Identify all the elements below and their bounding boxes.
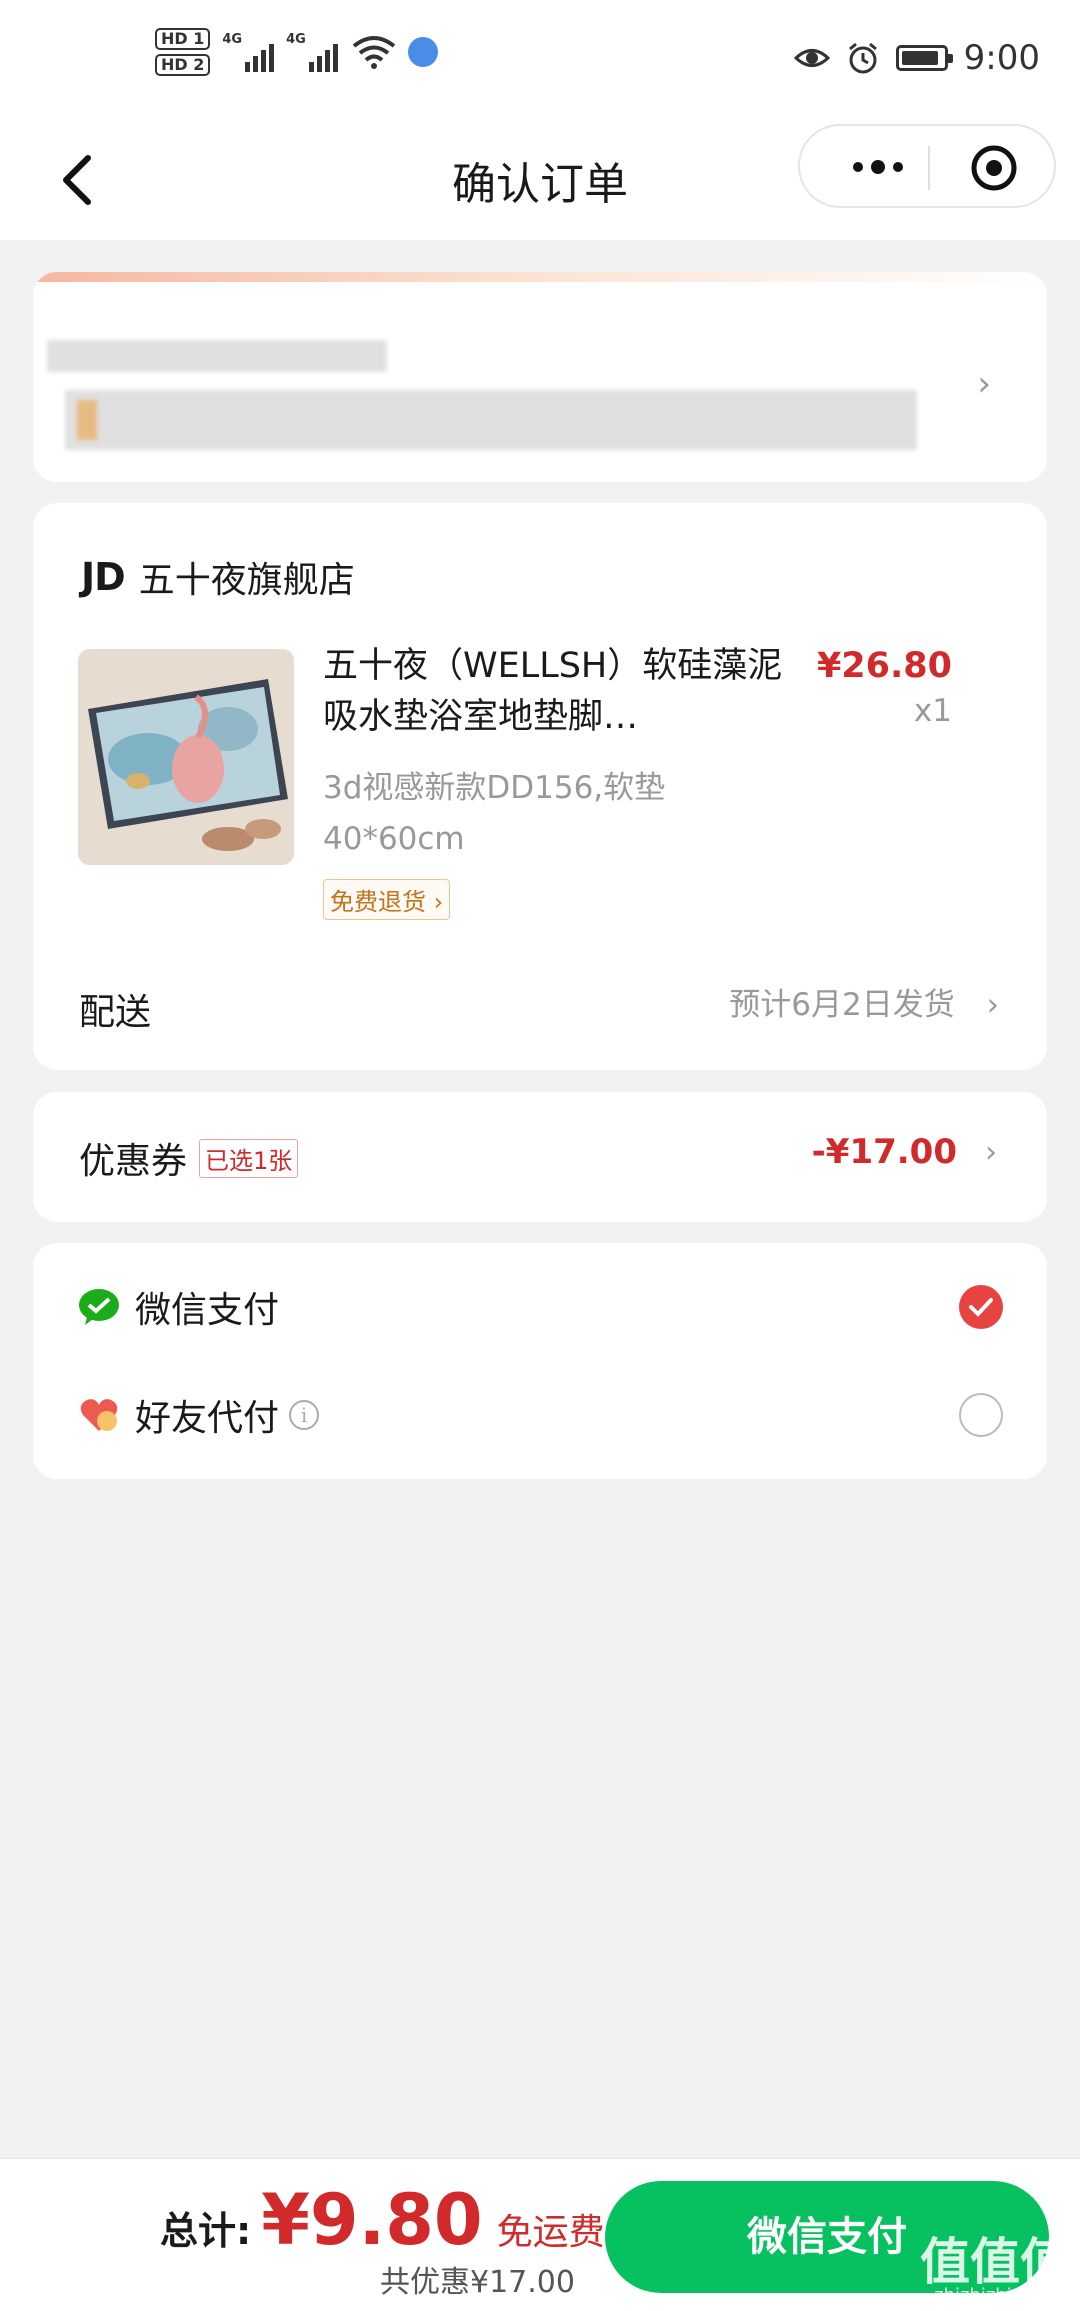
- watermark-text: 值值值: [920, 2233, 1070, 2291]
- payment-option-wechat[interactable]: 微信支付: [77, 1267, 1003, 1347]
- coupon-label-row: 优惠券 已选1张: [79, 1132, 299, 1184]
- coupon-label: 优惠券: [79, 1141, 188, 1182]
- radio-checked[interactable]: [959, 1285, 1003, 1329]
- address-gradient-strip: [33, 272, 1047, 282]
- total-label: 总计:: [160, 2209, 252, 2253]
- status-right: 9:00: [793, 38, 1040, 78]
- wifi-icon: [352, 36, 396, 69]
- coupon-value-row: -¥17.00 ›: [812, 1132, 997, 1172]
- shop-card: JD 五十夜旗舰店 五十夜（WELLSH）软硅藻泥吸水垫浴室地垫脚… ¥26.8…: [33, 503, 1047, 1070]
- chevron-right-icon: ›: [986, 987, 999, 1023]
- payment-card: 微信支付 好友代付 i: [33, 1243, 1047, 1479]
- shop-name: 五十夜旗舰店: [138, 560, 355, 601]
- capsule-divider: [928, 146, 930, 190]
- more-dots-icon[interactable]: [838, 152, 918, 182]
- product-price: ¥26.80: [816, 646, 952, 686]
- shipping-label: 配送: [79, 992, 152, 1033]
- nav-bar: 确认订单: [0, 120, 1080, 240]
- chevron-right-icon: ›: [985, 1134, 997, 1170]
- total-amount: ¥9.80: [261, 2179, 483, 2261]
- coupon-value: -¥17.00: [811, 1132, 957, 1172]
- product-quantity: x1: [913, 693, 952, 729]
- watermark: 值值值 zhizhizhi.com: [920, 2237, 1070, 2305]
- total-savings: 共优惠¥17.00: [380, 2265, 575, 2300]
- radio-unchecked[interactable]: [959, 1393, 1003, 1437]
- status-left: HD 1 HD 2 4G 4G: [155, 28, 438, 76]
- network-label-2: 4G: [286, 32, 306, 47]
- alarm-icon: [848, 42, 877, 74]
- sim1-label: HD 1: [155, 28, 211, 50]
- signal-icon: 4G: [286, 32, 338, 72]
- shipping-value: 预计6月2日发货: [729, 987, 955, 1023]
- shop-header: JD 五十夜旗舰店: [81, 551, 355, 603]
- network-label-1: 4G: [222, 32, 243, 47]
- product-title[interactable]: 五十夜（WELLSH）软硅藻泥吸水垫浴室地垫脚…: [323, 641, 783, 743]
- watermark-sub: zhizhizhi.com: [934, 2285, 1056, 2306]
- miniprogram-capsule: [798, 124, 1056, 208]
- address-card[interactable]: ›: [33, 272, 1047, 482]
- product-spec: 3d视感新款DD156,软垫40*60cm: [323, 770, 666, 857]
- redacted-name: [47, 340, 387, 372]
- sim2-label: HD 2: [155, 54, 211, 76]
- battery-icon: [895, 45, 953, 71]
- payment-option-label: 微信支付: [135, 1290, 280, 1331]
- eye-icon: [793, 49, 830, 67]
- total-row: 总计: ¥9.80 免运费: [160, 2179, 605, 2261]
- checkout-bar: 总计: ¥9.80 免运费 共优惠¥17.00 微信支付 值值值 zhizhiz…: [0, 2158, 1080, 2311]
- shipping-row[interactable]: 预计6月2日发货 ›: [729, 979, 999, 1024]
- location-icon: [77, 400, 97, 440]
- product-image: [78, 649, 294, 865]
- target-icon[interactable]: [970, 144, 1018, 192]
- info-icon[interactable]: i: [289, 1400, 320, 1430]
- signal-icon: 4G: [222, 32, 275, 72]
- globe-icon: [407, 37, 438, 67]
- free-return-badge[interactable]: 免费退货 ›: [323, 879, 451, 920]
- coupon-card[interactable]: 优惠券 已选1张 -¥17.00 ›: [33, 1092, 1047, 1222]
- check-icon: [969, 1298, 993, 1317]
- wechat-pay-icon: [79, 1289, 119, 1325]
- friend-pay-heart-icon: [80, 1399, 118, 1431]
- chevron-right-icon: ›: [977, 364, 991, 404]
- status-bar: HD 1 HD 2 4G 4G 9:00: [0, 0, 1080, 120]
- jd-logo: JD: [81, 555, 126, 599]
- payment-option-label: 好友代付: [135, 1398, 280, 1439]
- redacted-address: [65, 390, 917, 450]
- free-shipping-label: 免运费: [496, 2212, 605, 2253]
- product-thumbnail[interactable]: [78, 649, 294, 865]
- clock: 9:00: [963, 38, 1040, 78]
- payment-option-friend[interactable]: 好友代付 i: [77, 1375, 1003, 1455]
- hd-icon: HD 1 HD 2: [155, 28, 211, 76]
- coupon-selected-tag: 已选1张: [199, 1138, 299, 1178]
